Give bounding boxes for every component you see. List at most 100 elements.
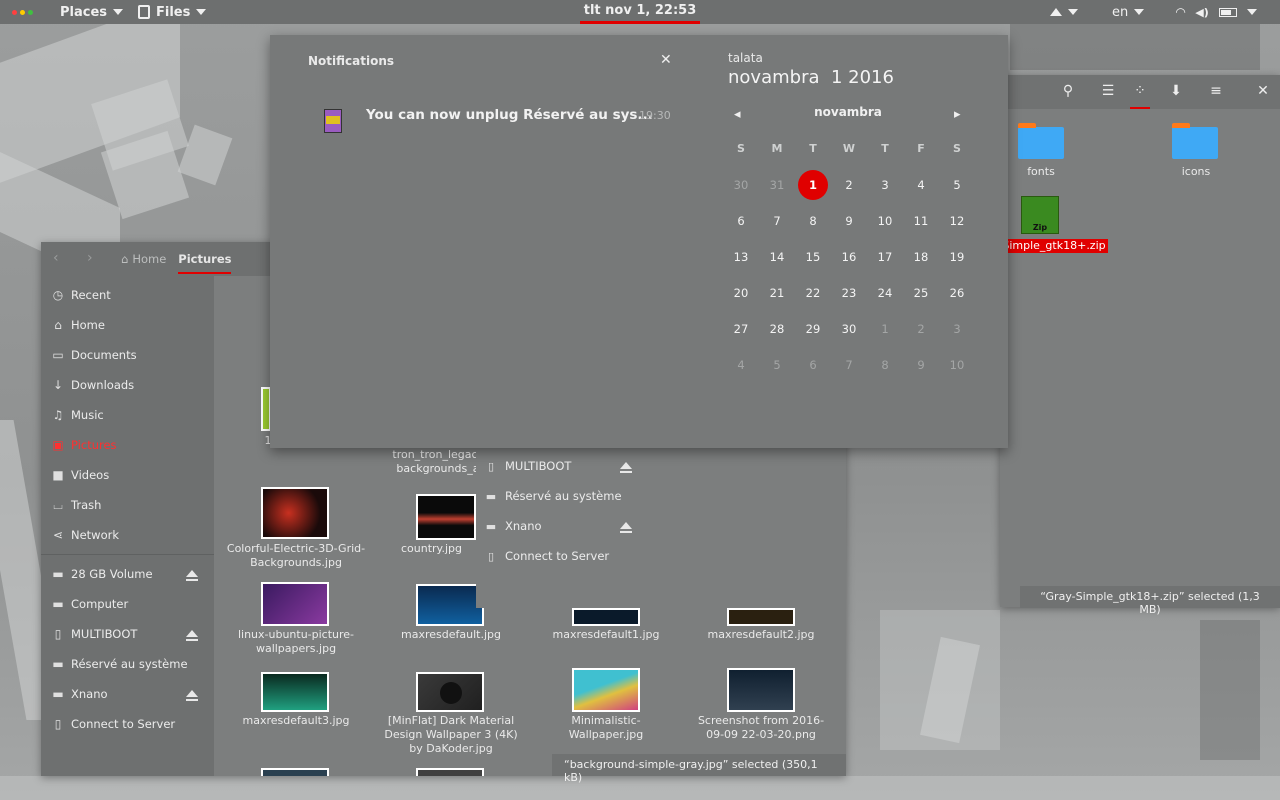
menu-icon[interactable]: ≡ (1206, 83, 1226, 99)
sidebar-item-videos[interactable]: ■ Videos (41, 460, 214, 490)
sidebar-item-computer[interactable]: ▬ Computer (41, 589, 214, 619)
calendar-day[interactable]: 12 (942, 207, 972, 235)
popup-item-xnano[interactable]: ▬ Xnano (476, 511, 648, 541)
file-thumbnail[interactable] (572, 668, 640, 712)
list-view-icon[interactable]: ☰ (1098, 83, 1118, 99)
calendar-day[interactable]: 6 (798, 351, 828, 379)
sidebar-item-trash[interactable]: ⌴ Trash (41, 490, 214, 520)
sidebar-item-network[interactable]: ⋖ Network (41, 520, 214, 550)
calendar-day[interactable]: 13 (726, 243, 756, 271)
file-thumbnail[interactable] (572, 608, 640, 626)
calendar-day[interactable]: 31 (762, 171, 792, 199)
calendar-day[interactable]: 29 (798, 315, 828, 343)
calendar-day[interactable]: 2 (906, 315, 936, 343)
sidebar-item-downloads[interactable]: ↓ Downloads (41, 370, 214, 400)
calendar-day[interactable]: 1 (870, 315, 900, 343)
file-thumbnail[interactable] (727, 608, 795, 626)
sidebar-item-music[interactable]: ♫ Music (41, 400, 214, 430)
calendar-day[interactable]: 27 (726, 315, 756, 343)
calendar-day[interactable]: 3 (870, 171, 900, 199)
file-thumbnail[interactable] (727, 668, 795, 712)
calendar-day[interactable]: 30 (726, 171, 756, 199)
calendar-day[interactable]: 18 (906, 243, 936, 271)
forward-icon[interactable]: › (87, 250, 93, 266)
calendar-day[interactable]: 30 (834, 315, 864, 343)
calendar-day[interactable]: 5 (942, 171, 972, 199)
file-thumbnail[interactable] (261, 768, 329, 776)
popup-item-multiboot[interactable]: ▯ MULTIBOOT (476, 451, 648, 481)
next-month-icon[interactable]: ▸ (954, 107, 961, 122)
calendar-day[interactable]: 6 (726, 207, 756, 235)
calendar-day[interactable]: 25 (906, 279, 936, 307)
calendar-day[interactable]: 5 (762, 351, 792, 379)
back-icon[interactable]: ‹ (53, 250, 59, 266)
sidebar-item-recent[interactable]: ◷ Recent (41, 280, 214, 310)
sidebar-item-pictures[interactable]: ▣ Pictures (41, 430, 214, 460)
calendar-day[interactable]: 7 (762, 207, 792, 235)
calendar-day[interactable]: 14 (762, 243, 792, 271)
previous-month-icon[interactable]: ◂ (734, 107, 741, 122)
grid-view-icon[interactable]: ⁘ (1130, 83, 1150, 109)
calendar-day[interactable]: 24 (870, 279, 900, 307)
calendar-day[interactable]: 4 (906, 171, 936, 199)
calendar-day[interactable]: 16 (834, 243, 864, 271)
breadcrumb-pictures[interactable]: Pictures (178, 244, 232, 274)
folder-icon[interactable] (1018, 123, 1064, 159)
calendar-day[interactable]: 28 (762, 315, 792, 343)
calendar-day[interactable]: 8 (798, 207, 828, 235)
calendar-day[interactable]: 17 (870, 243, 900, 271)
sidebar-item-connect-server[interactable]: ▯ Connect to Server (41, 709, 214, 739)
popup-item-connect-server[interactable]: ▯ Connect to Server (476, 541, 648, 571)
sidebar-item-home[interactable]: ⌂ Home (41, 310, 214, 340)
calendar-day[interactable]: 19 (942, 243, 972, 271)
notification-item[interactable]: You can now unplug Réservé au sys... 19:… (322, 105, 672, 139)
calendar-day[interactable]: 23 (834, 279, 864, 307)
files-menu[interactable]: Files (138, 0, 207, 24)
sidebar-item-28gb-volume[interactable]: ▬ 28 GB Volume (41, 559, 214, 589)
calendar-day-today[interactable]: 1 (798, 170, 828, 200)
calendar-day[interactable]: 22 (798, 279, 828, 307)
search-icon[interactable]: ⚲ (1058, 83, 1078, 99)
download-icon[interactable]: ⬇ (1166, 83, 1186, 99)
calendar-day[interactable]: 20 (726, 279, 756, 307)
eject-icon[interactable] (186, 690, 198, 701)
language-menu[interactable]: en (1112, 0, 1145, 24)
zip-archive-icon[interactable]: Zip (1021, 196, 1059, 234)
popup-item-reserve-systeme[interactable]: ▬ Réservé au système (476, 481, 648, 511)
clear-notifications-close-icon[interactable]: ✕ (660, 52, 672, 68)
calendar-day[interactable]: 9 (834, 207, 864, 235)
calendar-day[interactable]: 11 (906, 207, 936, 235)
sidebar-item-multiboot[interactable]: ▯ MULTIBOOT (41, 619, 214, 649)
system-menu[interactable]: ◠ ◀) (1176, 0, 1257, 24)
places-menu[interactable]: Places (60, 0, 124, 24)
calendar-day[interactable]: 8 (870, 351, 900, 379)
clock-button[interactable]: tlt nov 1, 22:53 (580, 0, 700, 24)
calendar-day[interactable]: 2 (834, 171, 864, 199)
calendar-day[interactable]: 21 (762, 279, 792, 307)
eject-icon[interactable] (620, 462, 632, 473)
calendar-day[interactable]: 7 (834, 351, 864, 379)
file-thumbnail[interactable] (261, 582, 329, 626)
sidebar-item-xnano[interactable]: ▬ Xnano (41, 679, 214, 709)
calendar-day[interactable]: 10 (942, 351, 972, 379)
eject-menu[interactable] (1050, 0, 1078, 24)
breadcrumb-home[interactable]: Home (132, 252, 166, 266)
eject-icon[interactable] (186, 570, 198, 581)
file-thumbnail[interactable] (416, 494, 476, 540)
calendar-day[interactable]: 4 (726, 351, 756, 379)
eject-icon[interactable] (620, 522, 632, 533)
folder-icon[interactable] (1172, 123, 1218, 159)
calendar-day[interactable]: 26 (942, 279, 972, 307)
calendar-day[interactable]: 9 (906, 351, 936, 379)
eject-icon[interactable] (186, 630, 198, 641)
sidebar-item-reserve-systeme[interactable]: ▬ Réservé au système (41, 649, 214, 679)
file-thumbnail[interactable] (261, 487, 329, 539)
calendar-day[interactable]: 3 (942, 315, 972, 343)
file-thumbnail[interactable] (261, 672, 329, 712)
calendar-day[interactable]: 15 (798, 243, 828, 271)
file-thumbnail[interactable] (416, 584, 484, 626)
calendar-day[interactable]: 10 (870, 207, 900, 235)
close-icon[interactable]: ✕ (1253, 83, 1273, 99)
sidebar-item-documents[interactable]: ▭ Documents (41, 340, 214, 370)
file-thumbnail[interactable] (416, 672, 484, 712)
